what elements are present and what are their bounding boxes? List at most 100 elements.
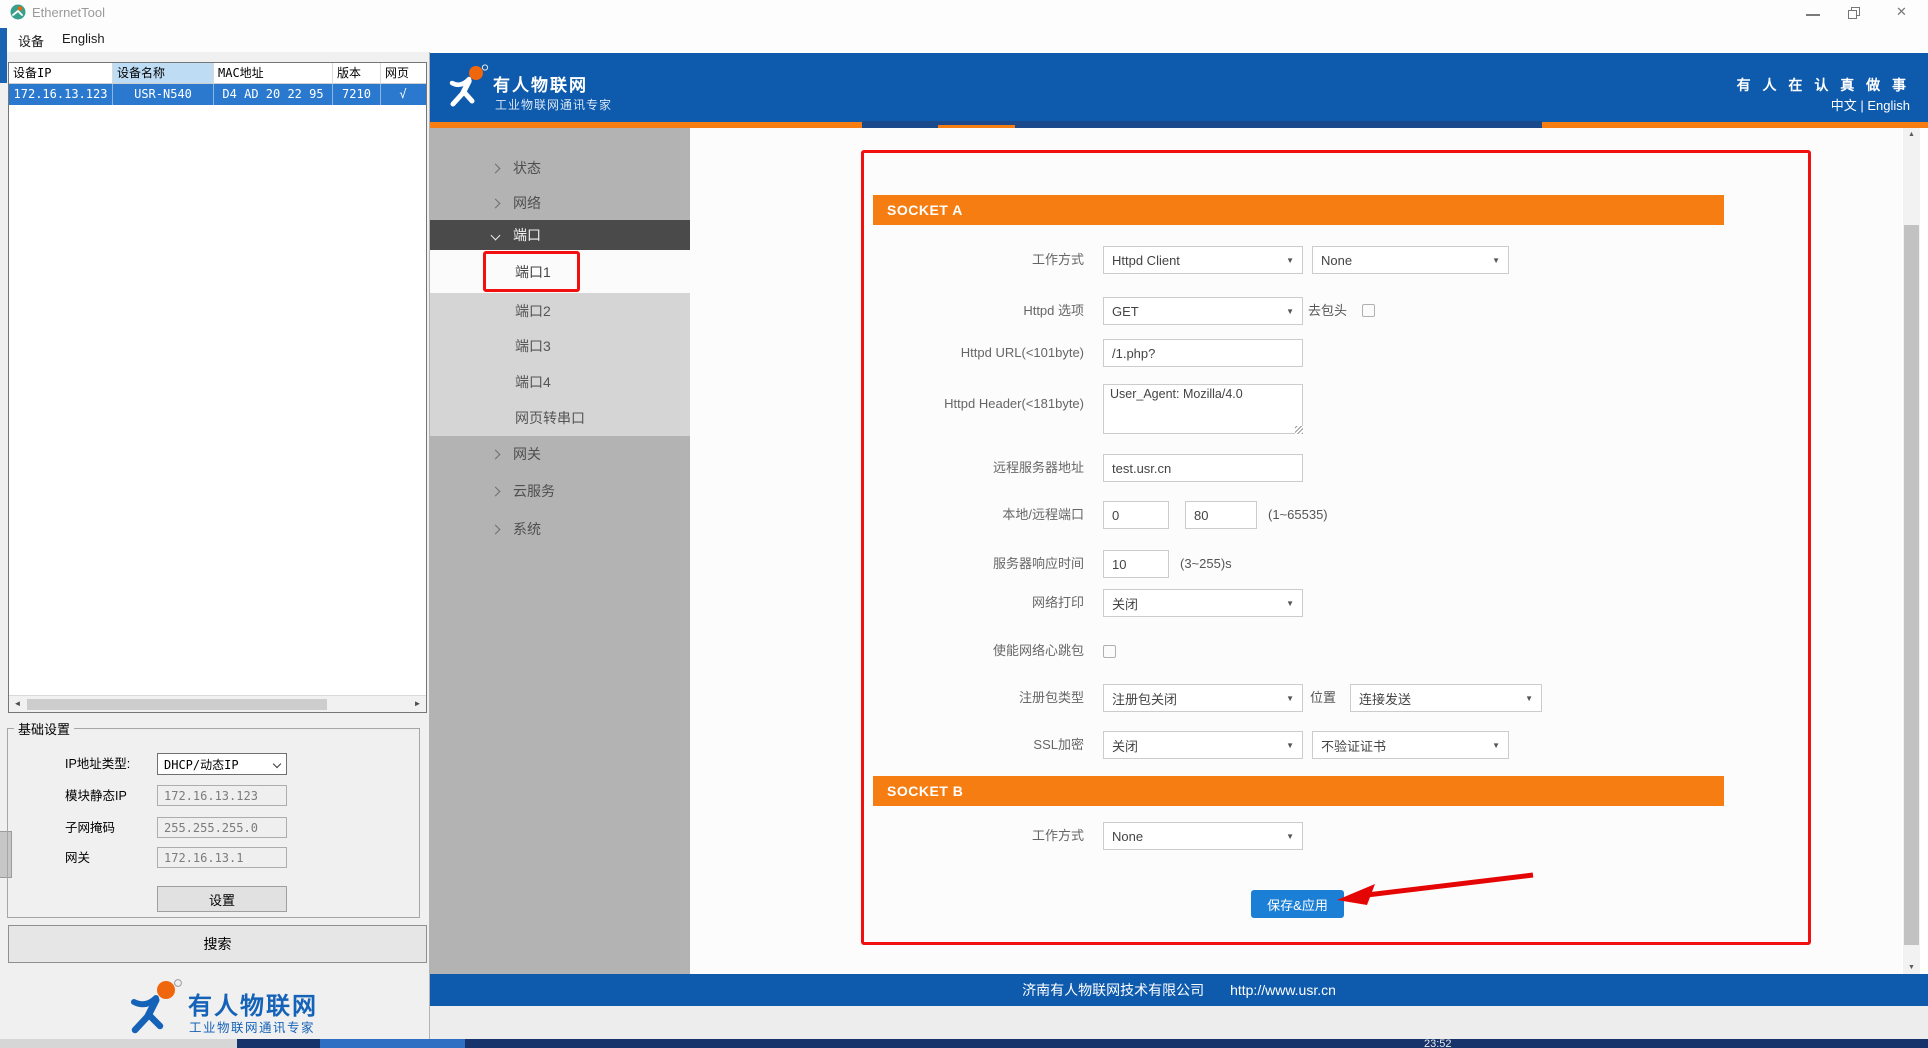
gateway-label: 网关 <box>65 847 90 869</box>
ip-type-select[interactable]: DHCP/动态IP <box>157 753 287 775</box>
device-list-panel: 设备IP 设备名称 MAC地址 版本 网页 172.16.13.123 USR-… <box>8 62 427 713</box>
taskbar-left-segment <box>0 1039 237 1048</box>
sidebar-label: 云服务 <box>513 481 555 501</box>
col-device-ip[interactable]: 设备IP <box>9 63 113 83</box>
remote-server-label: 远程服务器地址 <box>873 454 1084 482</box>
sidebar-item-port4[interactable]: 端口4 <box>430 364 690 400</box>
language-switch[interactable]: 中文 | English <box>1700 95 1910 114</box>
ssl-select[interactable]: 关闭 ▼ <box>1103 731 1303 759</box>
chevron-right-icon <box>491 163 501 173</box>
select-arrow-icon: ▼ <box>1286 599 1294 608</box>
search-button[interactable]: 搜索 <box>8 925 427 963</box>
footer-url[interactable]: http://www.usr.cn <box>1230 982 1336 998</box>
sidebar-item-port[interactable]: 端口 <box>430 220 690 250</box>
position-select[interactable]: 连接发送 ▼ <box>1350 684 1542 712</box>
response-time-field[interactable] <box>1103 550 1169 578</box>
page-vscrollbar[interactable]: ▲ ▼ <box>1903 128 1920 974</box>
close-button[interactable]: ✕ <box>1896 4 1907 20</box>
menu-device[interactable]: 设备 <box>18 31 44 50</box>
sidebar-item-port1[interactable]: 端口1 <box>430 250 690 293</box>
chevron-right-icon <box>491 449 501 459</box>
httpd-url-field[interactable] <box>1103 339 1303 367</box>
position-value: 连接发送 <box>1359 689 1411 708</box>
device-table-hscrollbar[interactable]: ◄ ► <box>9 695 426 712</box>
scroll-left-icon[interactable]: ◄ <box>9 696 26 712</box>
scroll-right-icon[interactable]: ► <box>409 696 426 712</box>
work-mode2-value: None <box>1321 253 1352 268</box>
reg-packet-select[interactable]: 注册包关闭 ▼ <box>1103 684 1303 712</box>
select-arrow-icon: ▼ <box>1286 694 1294 703</box>
web-brand: 有人物联网 <box>493 71 588 96</box>
ssl-cert-select[interactable]: 不验证证书 ▼ <box>1312 731 1509 759</box>
web-logo-icon <box>447 64 489 110</box>
col-device-name[interactable]: 设备名称 <box>113 63 214 83</box>
sidebar-label: 状态 <box>513 158 541 178</box>
restore-button[interactable] <box>1848 7 1861 20</box>
vscroll-thumb[interactable] <box>1904 225 1919 945</box>
scroll-down-icon[interactable]: ▼ <box>1903 964 1920 971</box>
device-name: USR-N540 <box>113 84 214 105</box>
sidebar-item-web2serial[interactable]: 网页转串口 <box>430 400 690 436</box>
chevron-right-icon <box>491 524 501 534</box>
sidebar-item-gateway[interactable]: 网关 <box>430 436 690 472</box>
local-port-field[interactable] <box>1103 501 1169 529</box>
title-bar[interactable]: EthernetTool ✕ <box>0 0 1928 26</box>
taskbar-clock: 23:52 <box>1424 1038 1452 1048</box>
strip-header-label: 去包头 <box>1308 297 1347 325</box>
work-mode-secondary-select[interactable]: None ▼ <box>1312 246 1509 274</box>
ssl-cert-value: 不验证证书 <box>1321 736 1386 755</box>
set-button[interactable]: 设置 <box>157 886 287 912</box>
save-apply-button[interactable]: 保存&应用 <box>1251 890 1344 918</box>
sidebar-item-port2[interactable]: 端口2 <box>430 293 690 328</box>
device-version: 7210 <box>333 84 381 105</box>
sidebar-label: 端口3 <box>515 336 551 356</box>
col-web[interactable]: 网页 <box>381 63 425 83</box>
sidebar-item-port3[interactable]: 端口3 <box>430 328 690 364</box>
device-table-header: 设备IP 设备名称 MAC地址 版本 网页 <box>9 63 426 84</box>
httpd-header-field[interactable]: User_Agent: Mozilla/4.0 <box>1103 384 1303 434</box>
col-mac[interactable]: MAC地址 <box>214 63 333 83</box>
remote-port-field[interactable] <box>1185 501 1257 529</box>
hscroll-thumb[interactable] <box>27 699 327 710</box>
static-ip-field[interactable] <box>157 785 287 806</box>
work-mode-select[interactable]: Httpd Client ▼ <box>1103 246 1303 274</box>
menu-bar <box>0 26 1928 52</box>
menu-english[interactable]: English <box>62 31 105 46</box>
ip-type-value: DHCP/动态IP <box>164 756 239 773</box>
httpd-method-select[interactable]: GET ▼ <box>1103 297 1303 325</box>
remote-server-field[interactable] <box>1103 454 1303 482</box>
textarea-resize-grip[interactable] <box>1295 426 1303 434</box>
sidebar-item-status[interactable]: 状态 <box>430 150 690 186</box>
chevron-right-icon <box>491 486 501 496</box>
subnet-mask-label: 子网掩码 <box>65 817 115 839</box>
strip-header-checkbox[interactable] <box>1362 304 1375 317</box>
reg-packet-label: 注册包类型 <box>873 684 1084 712</box>
taskbar[interactable] <box>0 1039 1928 1048</box>
sidebar-item-network[interactable]: 网络 <box>430 186 690 220</box>
httpd-method-value: GET <box>1112 304 1139 319</box>
web-brand-subtitle: 工业物联网通讯专家 <box>495 96 612 113</box>
scroll-up-icon[interactable]: ▲ <box>1903 131 1920 138</box>
minimize-button[interactable] <box>1806 14 1820 16</box>
socket-b-work-mode-select[interactable]: None ▼ <box>1103 822 1303 850</box>
net-print-select[interactable]: 关闭 ▼ <box>1103 589 1303 617</box>
col-version[interactable]: 版本 <box>333 63 381 83</box>
device-web-check: √ <box>381 84 425 105</box>
gateway-field[interactable] <box>157 847 287 868</box>
heartbeat-checkbox[interactable] <box>1103 645 1116 658</box>
usr-logo-icon <box>126 978 184 1038</box>
sidebar-label: 网络 <box>513 193 541 213</box>
work-mode-label: 工作方式 <box>873 246 1084 274</box>
taskbar-active-app[interactable] <box>320 1039 465 1048</box>
sidebar-item-cloud[interactable]: 云服务 <box>430 472 690 510</box>
ip-type-label: IP地址类型: <box>65 753 130 775</box>
app-logo-title: 有人物联网 <box>188 986 318 1021</box>
net-print-label: 网络打印 <box>873 589 1084 617</box>
net-print-value: 关闭 <box>1112 594 1138 613</box>
socket-b-work-mode-value: None <box>1112 829 1143 844</box>
device-row-selected[interactable]: 172.16.13.123 USR-N540 D4 AD 20 22 95 48… <box>9 84 426 105</box>
httpd-url-label: Httpd URL(<101byte) <box>873 339 1084 367</box>
subnet-mask-field[interactable] <box>157 817 287 838</box>
sidebar-item-system[interactable]: 系统 <box>430 510 690 548</box>
sidebar-label: 系统 <box>513 519 541 539</box>
